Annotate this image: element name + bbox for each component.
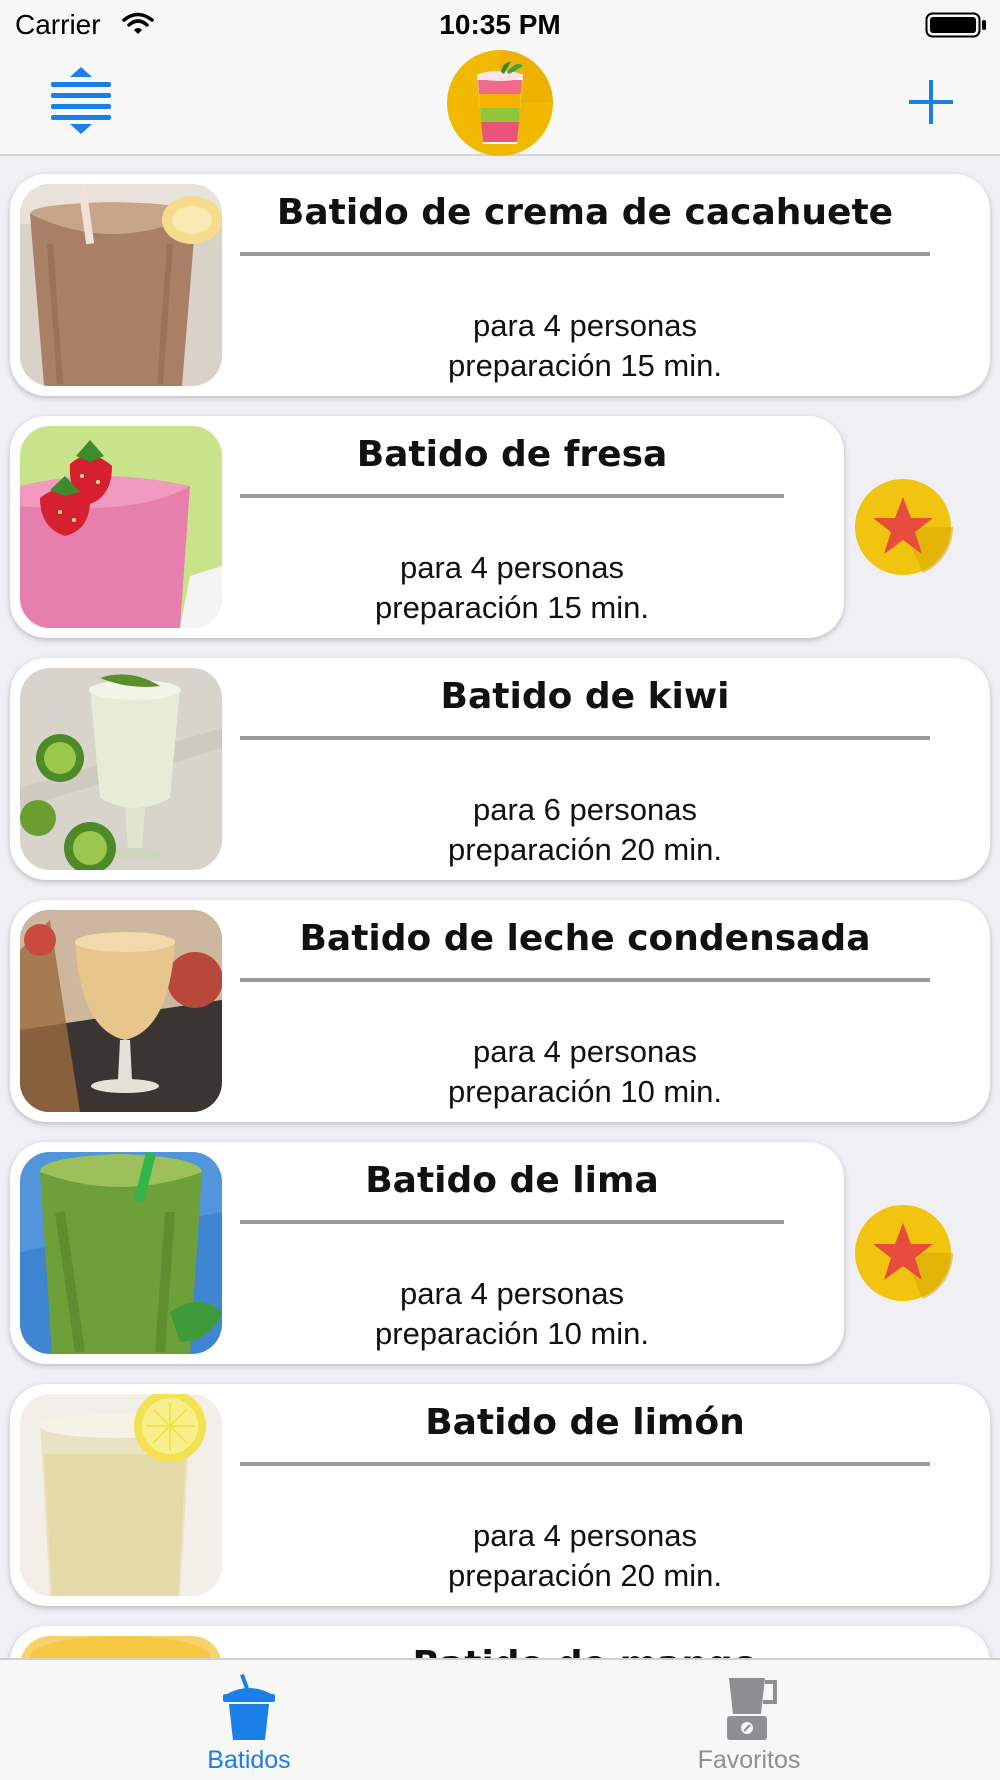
lemon-smoothie-image [20, 1394, 222, 1596]
smoothie-card[interactable]: Batido de lima para 4 personas preparaci… [10, 1142, 844, 1364]
tab-batidos[interactable]: Batidos [139, 1660, 359, 1780]
mango-smoothie-image [20, 1636, 222, 1658]
smoothie-servings: para 4 personas [472, 1034, 698, 1069]
smoothie-card[interactable]: Batido de leche condensada para 4 person… [10, 900, 990, 1122]
smoothie-prep-time: preparación 20 min. [448, 832, 722, 867]
smoothie-card[interactable]: Batido de crema de cacahuete para 4 pers… [10, 174, 990, 396]
navigation-bar [0, 50, 1000, 156]
card-divider [240, 1220, 784, 1224]
favorite-star-icon[interactable] [853, 1203, 954, 1303]
kiwi-smoothie-image [20, 668, 222, 870]
condensed-milk-smoothie-image [20, 910, 222, 1112]
card-divider [240, 494, 784, 498]
smoothie-card[interactable]: Batido de kiwi para 6 personas preparaci… [10, 658, 990, 880]
smoothie-servings: para 4 personas [399, 1276, 625, 1311]
smoothie-servings: para 6 personas [472, 792, 698, 827]
smoothie-servings: para 4 personas [472, 1518, 698, 1553]
strawberry-smoothie-image [20, 426, 222, 628]
smoothie-prep-time: preparación 10 min. [375, 1316, 649, 1351]
smoothie-servings: para 4 personas [472, 308, 698, 343]
cup-icon [217, 1673, 281, 1747]
smoothie-card[interactable]: Batido de mango [10, 1626, 990, 1658]
smoothie-servings: para 4 personas [399, 550, 625, 585]
smoothie-prep-time: preparación 10 min. [448, 1074, 722, 1109]
smoothie-title: Batido de leche condensada [299, 918, 871, 959]
smoothie-prep-time: preparación 20 min. [448, 1558, 722, 1593]
favorite-star-icon[interactable] [853, 477, 954, 577]
smoothie-card[interactable]: Batido de fresa para 4 personas preparac… [10, 416, 844, 638]
smoothie-logo [447, 50, 553, 156]
reorder-button[interactable] [44, 64, 118, 138]
battery-icon [925, 12, 987, 43]
smoothie-prep-time: preparación 15 min. [375, 590, 649, 625]
reorder-icon [51, 67, 111, 134]
smoothie-list: Batido de crema de cacahuete para 4 pers… [0, 154, 1000, 1658]
plus-icon [909, 80, 953, 124]
tab-favoritos[interactable]: Favoritos [639, 1660, 859, 1780]
card-divider [240, 978, 930, 982]
status-bar: Carrier 10:35 PM [0, 0, 1000, 50]
smoothie-title: Batido de limón [425, 1402, 745, 1443]
blender-icon [717, 1674, 781, 1747]
peanut-butter-smoothie-image [20, 184, 222, 386]
smoothie-title: Batido de lima [365, 1160, 659, 1201]
card-divider [240, 1462, 930, 1466]
smoothie-card[interactable]: Batido de limón para 4 personas preparac… [10, 1384, 990, 1606]
smoothie-title: Batido de crema de cacahuete [276, 192, 894, 233]
card-divider [240, 736, 930, 740]
smoothie-title: Batido de mango [240, 1644, 930, 1658]
add-button[interactable] [905, 76, 957, 128]
card-divider [240, 252, 930, 256]
tab-label: Batidos [207, 1746, 291, 1774]
clock: 10:35 PM [439, 9, 561, 40]
tab-bar: Batidos Favoritos [0, 1658, 1000, 1780]
tab-label: Favoritos [697, 1746, 801, 1774]
lime-smoothie-image [20, 1152, 222, 1354]
smoothie-title: Batido de kiwi [440, 676, 730, 717]
smoothie-prep-time: preparación 15 min. [448, 348, 722, 383]
smoothie-title: Batido de fresa [356, 434, 668, 475]
